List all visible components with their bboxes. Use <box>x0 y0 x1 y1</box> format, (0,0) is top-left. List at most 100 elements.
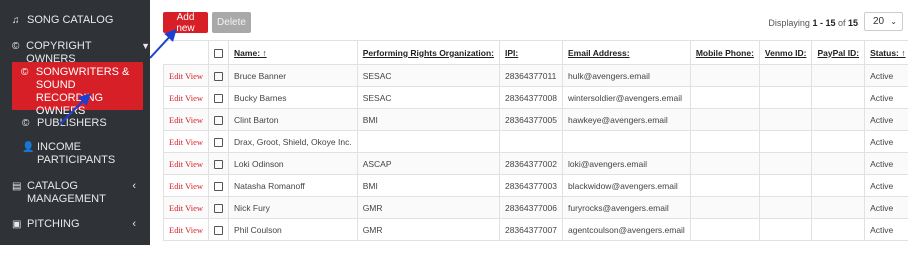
owners-table: Name: ↑ Performing Rights Organization: … <box>162 40 908 241</box>
pagination-summary: Displaying 1 - 15 of 15 <box>768 18 858 28</box>
select-all-checkbox[interactable] <box>214 48 224 58</box>
cell-email: hulk@avengers.email <box>561 64 691 87</box>
cell-pro: GMR <box>356 196 500 219</box>
cell-venmo <box>758 196 813 219</box>
chevron-down-icon: ⌄ <box>890 17 897 26</box>
cell-mobile <box>689 86 760 109</box>
catalog-icon: ▤ <box>12 181 22 192</box>
cell-email: loki@avengers.email <box>561 152 691 175</box>
edit-view-link[interactable]: Edit View <box>162 218 210 241</box>
sidebar-item-catalog-management[interactable]: ▤ CATALOG MANAGEMENT ‹ <box>0 180 150 206</box>
cell-mobile <box>689 196 760 219</box>
cell-venmo <box>758 64 813 87</box>
paypal-header[interactable]: PayPal ID: <box>811 40 866 65</box>
table-row[interactable]: Edit View Loki Odinson ASCAP 28364377002 lok… <box>162 152 908 175</box>
row-checkbox[interactable] <box>214 93 224 103</box>
cell-mobile <box>689 152 760 175</box>
cell-venmo <box>758 130 813 153</box>
cell-venmo <box>758 218 813 241</box>
ipi-header[interactable]: IPI: <box>498 40 563 65</box>
pro-header[interactable]: Performing Rights Organization: <box>356 40 500 65</box>
cell-name: Drax, Groot, Shield, Okoye Inc. <box>228 130 358 153</box>
music-note-icon: ♫ <box>12 15 20 26</box>
table-row[interactable]: Edit View Bruce Banner SESAC 28364377011 hul… <box>162 64 908 87</box>
cell-name: Clint Barton <box>228 108 358 131</box>
row-checkbox[interactable] <box>214 71 224 81</box>
copyright-icon: © <box>21 67 29 78</box>
cell-pro: BMI <box>356 174 500 197</box>
row-checkbox[interactable] <box>214 225 224 235</box>
copyright-icon: © <box>12 41 20 52</box>
row-checkbox[interactable] <box>214 159 224 169</box>
edit-view-link[interactable]: Edit View <box>162 174 210 197</box>
add-new-button[interactable]: Add new <box>163 12 208 34</box>
sidebar-item-publishers[interactable]: © PUBLISHERS <box>0 117 150 130</box>
sidebar-item-label: PITCHING <box>27 218 80 230</box>
sidebar-item-label: INCOME PARTICIPANTS <box>37 141 116 166</box>
table-row[interactable]: Edit View Bucky Barnes SESAC 28364377008 win… <box>162 86 908 109</box>
page-size-value: 20 <box>873 16 885 27</box>
sidebar-item-label: SONG CATALOG <box>27 14 114 26</box>
cell-name: Bucky Barnes <box>228 86 358 109</box>
cell-ipi: 28364377006 <box>498 196 563 219</box>
action-header <box>163 40 210 65</box>
cell-name: Nick Fury <box>228 196 358 219</box>
cell-status: Active <box>864 64 908 87</box>
cell-venmo <box>758 152 813 175</box>
cell-name: Loki Odinson <box>228 152 358 175</box>
chevron-left-icon: ‹ <box>132 218 136 230</box>
edit-view-link[interactable]: Edit View <box>162 152 210 175</box>
cell-paypal <box>811 64 866 87</box>
cell-status: Active <box>864 130 908 153</box>
of-text: of <box>835 18 848 28</box>
name-header[interactable]: Name: ↑ <box>228 40 358 65</box>
row-select-cell <box>208 64 230 87</box>
edit-view-link[interactable]: Edit View <box>162 108 210 131</box>
page-size-select[interactable]: 20 ⌄ <box>864 12 903 31</box>
cell-venmo <box>758 86 813 109</box>
table-row[interactable]: Edit View Phil Coulson GMR 28364377007 agent… <box>162 218 908 241</box>
status-header[interactable]: Status: ↑ <box>864 40 908 65</box>
row-checkbox[interactable] <box>214 115 224 125</box>
row-select-cell <box>208 108 230 131</box>
sidebar-item-songwriters[interactable]: © SONGWRITERS & SOUND RECORDING OWNERS <box>12 62 143 117</box>
cell-status: Active <box>864 218 908 241</box>
cell-mobile <box>689 64 760 87</box>
table-header-row: Name: ↑ Performing Rights Organization: … <box>163 40 908 65</box>
chevron-down-icon: ▼ <box>141 41 150 51</box>
displaying-range: 1 - 15 <box>812 18 836 28</box>
cell-ipi <box>498 130 563 153</box>
delete-button[interactable]: Delete <box>212 12 251 33</box>
row-checkbox[interactable] <box>214 137 224 147</box>
edit-view-link[interactable]: Edit View <box>162 196 210 219</box>
cell-email: agentcoulson@avengers.email <box>561 218 691 241</box>
cell-status: Active <box>864 174 908 197</box>
sidebar-item-income-participants[interactable]: 👤 INCOME PARTICIPANTS <box>0 141 150 167</box>
email-header[interactable]: Email Address: <box>561 40 691 65</box>
table-row[interactable]: Edit View Drax, Groot, Shield, Okoye Inc.… <box>162 130 908 153</box>
sidebar-item-song-catalog[interactable]: ♫ SONG CATALOG <box>0 14 150 27</box>
cell-mobile <box>689 130 760 153</box>
cell-email: furyrocks@avengers.email <box>561 196 691 219</box>
edit-view-link[interactable]: Edit View <box>162 86 210 109</box>
cell-ipi: 28364377005 <box>498 108 563 131</box>
table-row[interactable]: Edit View Clint Barton BMI 28364377005 hawke… <box>162 108 908 131</box>
cell-paypal <box>811 196 866 219</box>
cell-ipi: 28364377003 <box>498 174 563 197</box>
table-row[interactable]: Edit View Natasha Romanoff BMI 28364377003 b… <box>162 174 908 197</box>
sidebar-item-label: CATALOG MANAGEMENT <box>27 180 106 205</box>
row-select-cell <box>208 86 230 109</box>
sidebar-item-label: PUBLISHERS <box>37 117 107 129</box>
mobile-header[interactable]: Mobile Phone: <box>689 40 760 65</box>
row-select-cell <box>208 196 230 219</box>
table-row[interactable]: Edit View Nick Fury GMR 28364377006 furyrock… <box>162 196 908 219</box>
cell-paypal <box>811 174 866 197</box>
cell-ipi: 28364377002 <box>498 152 563 175</box>
edit-view-link[interactable]: Edit View <box>162 64 210 87</box>
cell-status: Active <box>864 108 908 131</box>
row-checkbox[interactable] <box>214 181 224 191</box>
edit-view-link[interactable]: Edit View <box>162 130 210 153</box>
row-checkbox[interactable] <box>214 203 224 213</box>
sidebar-item-pitching[interactable]: ▣ PITCHING ‹ <box>0 218 150 231</box>
venmo-header[interactable]: Venmo ID: <box>758 40 813 65</box>
